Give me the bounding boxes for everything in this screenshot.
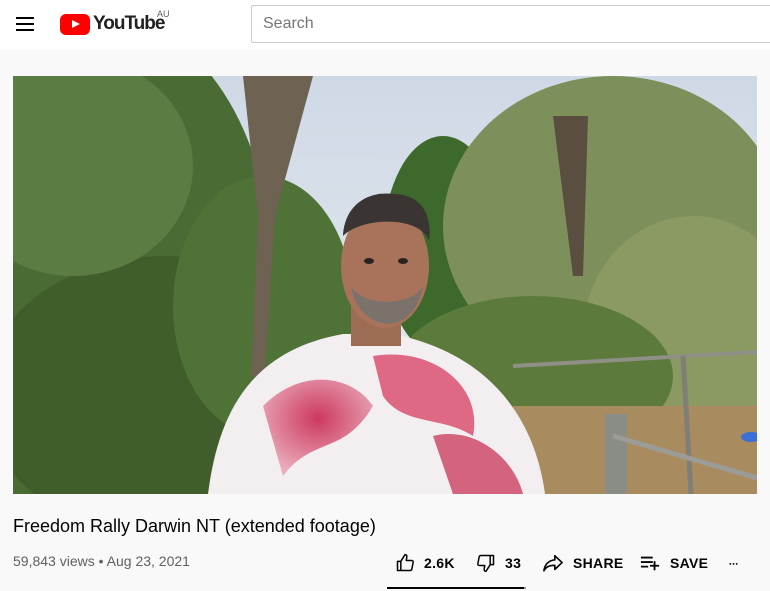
masthead: YouTube AU: [0, 0, 770, 50]
dislike-count: 33: [505, 555, 522, 571]
hamburger-menu-icon[interactable]: [13, 12, 37, 36]
video-frame: [13, 76, 757, 494]
playlist-add-icon: [640, 556, 660, 571]
save-label: SAVE: [670, 555, 709, 571]
upload-date: Aug 23, 2021: [106, 553, 190, 569]
search-input[interactable]: [252, 6, 770, 42]
country-code: AU: [157, 9, 170, 19]
share-label: SHARE: [573, 555, 624, 571]
share-arrow-icon: [543, 554, 563, 572]
video-meta: 59,843 views • Aug 23, 2021: [13, 553, 190, 569]
save-button[interactable]: SAVE: [639, 548, 708, 578]
thumbs-down-icon: [477, 554, 495, 573]
view-count: 59,843 views: [13, 553, 95, 569]
youtube-play-icon: [60, 13, 90, 35]
dislike-button[interactable]: 33: [476, 548, 521, 578]
meta-separator: •: [98, 553, 104, 569]
like-button[interactable]: 2.6K: [395, 548, 455, 578]
youtube-logo[interactable]: YouTube: [60, 12, 165, 36]
search-box[interactable]: [251, 5, 770, 43]
thumbs-up-icon: [396, 553, 414, 572]
like-count: 2.6K: [424, 555, 455, 571]
more-horizontal-icon: [729, 563, 738, 565]
sentiment-bar: [387, 587, 526, 589]
video-title: Freedom Rally Darwin NT (extended footag…: [13, 516, 376, 536]
sentiment-bar-fill: [387, 587, 525, 589]
video-player[interactable]: [13, 76, 757, 494]
share-button[interactable]: SHARE: [542, 548, 624, 578]
logo-text: YouTube: [93, 13, 165, 34]
more-actions-button[interactable]: [728, 548, 748, 578]
